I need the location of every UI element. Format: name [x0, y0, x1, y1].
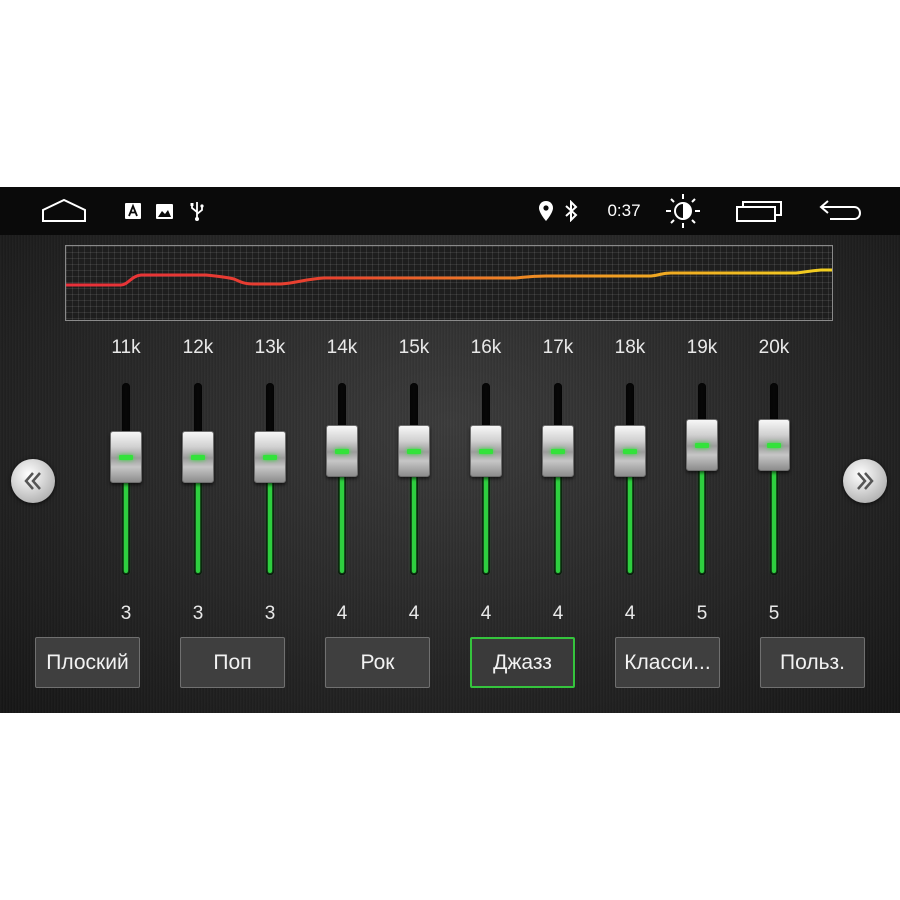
- preset-flat-button[interactable]: Плоский: [35, 637, 140, 688]
- band-frequency-label: 14k: [326, 337, 358, 358]
- band-value: 5: [768, 603, 780, 624]
- preset-pop-button[interactable]: Поп: [180, 637, 285, 688]
- band-value: 4: [336, 603, 348, 624]
- band-slider-knob[interactable]: [398, 425, 430, 477]
- knob-indicator: [191, 455, 205, 460]
- band-value: 3: [120, 603, 132, 624]
- prev-bands-button[interactable]: [11, 459, 55, 503]
- knob-indicator: [551, 449, 565, 454]
- band-frequency-label: 18k: [614, 337, 646, 358]
- band-value: 3: [264, 603, 276, 624]
- response-curve-line: [66, 268, 832, 287]
- knob-indicator: [623, 449, 637, 454]
- knob-indicator: [335, 449, 349, 454]
- preset-user-button[interactable]: Польз.: [760, 637, 865, 688]
- band-frequency-label: 17k: [542, 337, 574, 358]
- band-slider-knob[interactable]: [758, 419, 790, 471]
- band-frequency-label: 15k: [398, 337, 430, 358]
- knob-indicator: [479, 449, 493, 454]
- knob-indicator: [695, 443, 709, 448]
- band-frequency-label: 20k: [758, 337, 790, 358]
- status-bar: 0:37: [0, 187, 900, 235]
- band-value: 4: [408, 603, 420, 624]
- band-slider-knob[interactable]: [326, 425, 358, 477]
- equalizer-screen: 0:37 11k 3 12k 3 13k 3 14k 4 15k 4 16k 4…: [0, 187, 900, 713]
- band-frequency-label: 16k: [470, 337, 502, 358]
- image-icon: [155, 202, 173, 220]
- double-chevron-left-icon: [24, 472, 41, 490]
- preset-classic-button[interactable]: Класси...: [615, 637, 720, 688]
- preset-jazz-button[interactable]: Джазз: [470, 637, 575, 688]
- band-slider-knob[interactable]: [470, 425, 502, 477]
- band-value: 4: [624, 603, 636, 624]
- band-slider-knob[interactable]: [254, 431, 286, 483]
- bluetooth-icon: [562, 199, 580, 223]
- home-icon[interactable]: [38, 197, 90, 225]
- back-icon[interactable]: [817, 198, 863, 224]
- band-slider-knob[interactable]: [182, 431, 214, 483]
- double-chevron-right-icon: [857, 472, 874, 490]
- band-frequency-label: 19k: [686, 337, 718, 358]
- brightness-icon[interactable]: [662, 192, 704, 230]
- clock-text: 0:37: [607, 201, 641, 220]
- location-icon: [537, 200, 555, 222]
- band-slider-knob[interactable]: [686, 419, 718, 471]
- knob-indicator: [767, 443, 781, 448]
- band-slider-knob[interactable]: [110, 431, 142, 483]
- band-frequency-label: 11k: [111, 337, 141, 358]
- band-slider-knob[interactable]: [542, 425, 574, 477]
- band-value: 4: [552, 603, 564, 624]
- usb-icon: [187, 200, 207, 222]
- recent-apps-icon[interactable]: [734, 198, 784, 224]
- band-value: 4: [480, 603, 492, 624]
- band-frequency-label: 12k: [182, 337, 214, 358]
- clock: 0:37: [598, 199, 650, 223]
- band-value: 3: [192, 603, 204, 624]
- preset-rock-button[interactable]: Рок: [325, 637, 430, 688]
- knob-indicator: [263, 455, 277, 460]
- band-value: 5: [696, 603, 708, 624]
- eq-response-curve: [65, 245, 833, 321]
- knob-indicator: [119, 455, 133, 460]
- band-frequency-label: 13k: [254, 337, 286, 358]
- band-slider-knob[interactable]: [614, 425, 646, 477]
- response-curve-graph: [66, 268, 832, 287]
- knob-indicator: [407, 449, 421, 454]
- next-bands-button[interactable]: [843, 459, 887, 503]
- app-icon: [124, 202, 142, 220]
